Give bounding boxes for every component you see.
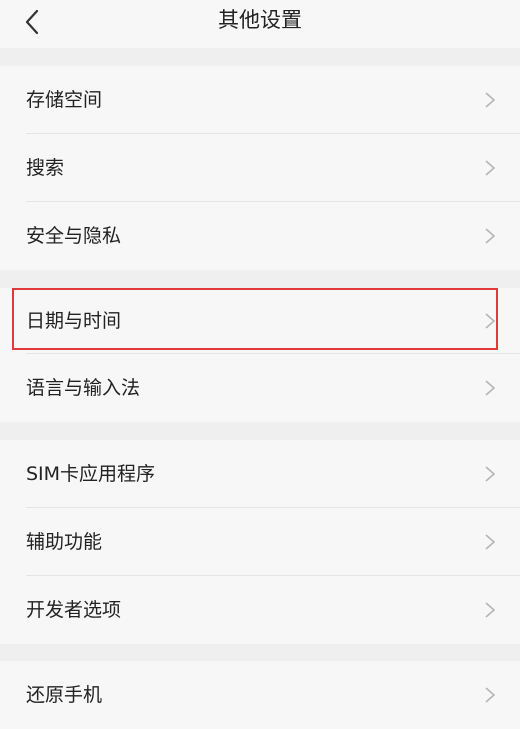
chevron-right-icon bbox=[485, 228, 496, 244]
settings-item-label: SIM卡应用程序 bbox=[26, 463, 156, 485]
back-button[interactable] bbox=[14, 4, 50, 40]
settings-item-security-privacy[interactable]: 安全与隐私 bbox=[0, 202, 520, 270]
chevron-right-icon bbox=[485, 602, 496, 618]
chevron-right-icon bbox=[485, 160, 496, 176]
settings-item-label: 日期与时间 bbox=[26, 310, 122, 332]
settings-item-label: 存储空间 bbox=[26, 89, 103, 111]
settings-item-accessibility[interactable]: 辅助功能 bbox=[0, 508, 520, 576]
settings-group-4: 还原手机 bbox=[0, 661, 520, 729]
chevron-right-icon bbox=[485, 92, 496, 108]
settings-item-label: 安全与隐私 bbox=[26, 225, 122, 247]
settings-group-1: 存储空间 搜索 安全与隐私 bbox=[0, 66, 520, 270]
settings-item-label: 开发者选项 bbox=[26, 599, 122, 621]
settings-item-label: 搜索 bbox=[26, 157, 65, 179]
chevron-right-icon bbox=[485, 466, 496, 482]
page-title: 其他设置 bbox=[218, 8, 302, 32]
settings-item-label: 语言与输入法 bbox=[26, 377, 141, 399]
settings-item-language-input[interactable]: 语言与输入法 bbox=[0, 354, 520, 422]
settings-item-reset-phone[interactable]: 还原手机 bbox=[0, 661, 520, 729]
chevron-right-icon bbox=[485, 687, 496, 703]
settings-item-storage[interactable]: 存储空间 bbox=[0, 66, 520, 134]
settings-item-developer-options[interactable]: 开发者选项 bbox=[0, 576, 520, 644]
top-bar: 其他设置 bbox=[0, 0, 520, 48]
settings-item-label: 还原手机 bbox=[26, 684, 103, 706]
settings-item-sim-apps[interactable]: SIM卡应用程序 bbox=[0, 440, 520, 508]
chevron-right-icon bbox=[485, 534, 496, 550]
settings-group-3: SIM卡应用程序 辅助功能 开发者选项 bbox=[0, 440, 520, 644]
chevron-right-icon bbox=[485, 380, 496, 396]
settings-item-search[interactable]: 搜索 bbox=[0, 134, 520, 202]
settings-item-date-time[interactable]: 日期与时间 bbox=[0, 288, 520, 354]
chevron-right-icon bbox=[485, 313, 496, 329]
settings-item-label: 辅助功能 bbox=[26, 531, 103, 553]
chevron-left-icon bbox=[25, 9, 39, 35]
settings-group-2: 日期与时间 语言与输入法 bbox=[0, 288, 520, 422]
